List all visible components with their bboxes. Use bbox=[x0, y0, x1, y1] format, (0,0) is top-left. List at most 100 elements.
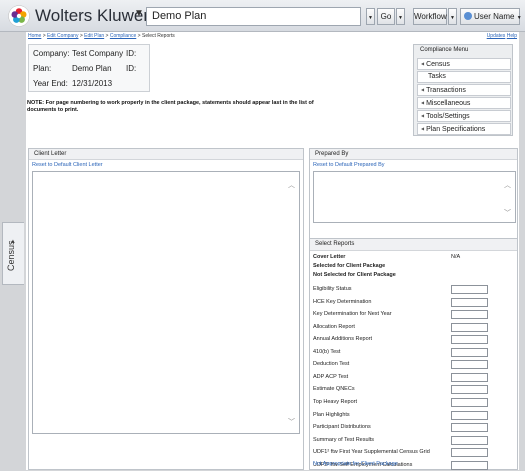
report-order-input[interactable] bbox=[451, 322, 488, 332]
expand-arrow-icon: ◀ bbox=[421, 113, 425, 118]
report-order-input[interactable] bbox=[451, 448, 488, 458]
not-appropriate-heading: Not Appropriate for Client Package bbox=[313, 461, 398, 467]
user-name: User Name bbox=[474, 12, 515, 21]
menu-item-label: Tasks bbox=[428, 73, 446, 80]
chevron-down-icon: ▼ bbox=[368, 15, 373, 21]
menu-item-tasks[interactable]: Tasks bbox=[417, 71, 511, 83]
report-order-input[interactable] bbox=[451, 297, 488, 307]
breadcrumb-current: Select Reports bbox=[141, 33, 175, 39]
expand-arrow-icon: ◀ bbox=[421, 100, 425, 105]
scroll-down-icon[interactable]: ﹀ bbox=[288, 417, 295, 427]
chevron-down-icon: ▼ bbox=[450, 15, 455, 21]
expand-arrow-icon: ◀ bbox=[421, 126, 425, 131]
chevron-down-icon: ▼ bbox=[516, 15, 522, 21]
report-row-label: Allocation Report bbox=[313, 323, 355, 330]
company-value: Test Company bbox=[72, 49, 124, 58]
plan-info-box: Company: Test Company ID: Plan: Demo Pla… bbox=[28, 44, 150, 92]
report-order-input[interactable] bbox=[451, 335, 488, 345]
menu-item-label: Miscellaneous bbox=[426, 100, 471, 107]
menu-item-label: Tools/Settings bbox=[426, 113, 470, 120]
user-menu-button[interactable]: User Name ▼ bbox=[460, 8, 522, 25]
plan-value: Demo Plan bbox=[72, 64, 112, 73]
report-order-input[interactable] bbox=[451, 310, 488, 320]
report-row-label: HCE Key Determination bbox=[313, 298, 372, 305]
plan-id-label: ID: bbox=[126, 64, 137, 73]
cover-letter-value: N/A bbox=[451, 254, 461, 260]
breadcrumb-compliance[interactable]: Compliance bbox=[110, 33, 136, 39]
scroll-up-icon[interactable]: ︿ bbox=[504, 180, 511, 190]
menu-item-label: Plan Specifications bbox=[426, 126, 486, 133]
main-content: Home > Edit Company > Edit Plan > Compli… bbox=[26, 32, 519, 470]
report-order-input[interactable] bbox=[451, 423, 488, 433]
report-row-label: Deduction Test bbox=[313, 361, 350, 368]
report-row-label: Summary of Test Results bbox=[313, 436, 375, 443]
go-dropdown-button[interactable]: ▼ bbox=[396, 8, 405, 25]
menu-item-label: Census bbox=[426, 61, 450, 68]
updates-link[interactable]: Updates bbox=[487, 33, 506, 39]
report-row-label: 410(b) Test bbox=[313, 348, 341, 355]
report-order-input[interactable] bbox=[451, 360, 488, 370]
page-numbering-note: NOTE: For page numbering to work properl… bbox=[27, 100, 314, 113]
year-end-label: Year End: bbox=[33, 79, 68, 88]
user-icon bbox=[464, 12, 472, 20]
prepared-by-textarea[interactable]: ︿ ﹀ bbox=[313, 171, 516, 223]
report-order-input[interactable] bbox=[451, 285, 488, 294]
breadcrumb: Home > Edit Company > Edit Plan > Compli… bbox=[28, 33, 175, 39]
expand-arrow-icon: ◀ bbox=[421, 87, 425, 92]
breadcrumb-edit-plan[interactable]: Edit Plan bbox=[84, 33, 104, 39]
report-row-label: Key Determination for Next Year bbox=[313, 311, 392, 318]
report-row-label: Estimate QNECs bbox=[313, 386, 355, 393]
year-end-value: 12/31/2013 bbox=[72, 79, 113, 88]
prepared-by-title: Prepared By bbox=[310, 149, 517, 160]
menu-item-transactions[interactable]: ◀ Transactions bbox=[417, 84, 511, 96]
census-side-tab[interactable]: ▲ Census bbox=[2, 222, 24, 285]
report-row-label: Eligibility Status bbox=[313, 286, 352, 292]
breadcrumb-edit-company[interactable]: Edit Company bbox=[47, 33, 78, 39]
year-end-row: Year End: 12/31/2013 bbox=[33, 77, 149, 91]
help-link[interactable]: Help bbox=[507, 33, 517, 39]
workflow-button[interactable]: Workflow bbox=[413, 8, 447, 25]
select-reports-title: Select Reports bbox=[310, 239, 517, 251]
compliance-menu-title: Compliance Menu bbox=[420, 47, 469, 53]
select-reports-panel: Select Reports Cover Letter N/A Selected… bbox=[309, 238, 518, 470]
not-selected-heading: Not Selected for Client Package bbox=[313, 272, 396, 278]
expand-arrow-icon: ◀ bbox=[421, 61, 425, 66]
plan-row: Plan: Demo Plan ID: bbox=[33, 62, 149, 76]
reset-prepared-by-link[interactable]: Reset to Default Prepared By bbox=[313, 162, 385, 168]
menu-item-label: Transactions bbox=[426, 87, 466, 94]
go-button[interactable]: Go bbox=[377, 8, 395, 25]
brand-name: Wolters Kluwer bbox=[35, 6, 149, 25]
top-links: Updates Help bbox=[487, 33, 517, 39]
report-row-label: Annual Additions Report bbox=[313, 336, 373, 343]
company-row: Company: Test Company ID: bbox=[33, 47, 149, 61]
brand-menu-caret-icon[interactable]: ▼ bbox=[134, 8, 144, 19]
report-order-input[interactable] bbox=[451, 397, 488, 407]
client-letter-title: Client Letter bbox=[29, 149, 303, 160]
report-row-label: Participant Distributions bbox=[313, 424, 371, 431]
plan-label: Plan: bbox=[33, 64, 52, 73]
report-row-label: UDF1² ftw First Year Supplemental Census… bbox=[313, 449, 430, 456]
plan-dropdown-button[interactable]: ▼ bbox=[366, 8, 375, 25]
breadcrumb-home[interactable]: Home bbox=[28, 33, 41, 39]
report-row-label: ADP ACP Test bbox=[313, 373, 349, 380]
menu-item-census[interactable]: ◀ Census bbox=[417, 58, 511, 70]
report-order-input[interactable] bbox=[451, 435, 488, 445]
wolters-kluwer-logo-icon bbox=[8, 5, 30, 27]
workflow-dropdown-button[interactable]: ▼ bbox=[448, 8, 457, 25]
report-order-input[interactable] bbox=[451, 460, 488, 470]
report-order-input[interactable] bbox=[451, 347, 488, 357]
menu-item-miscellaneous[interactable]: ◀ Miscellaneous bbox=[417, 97, 511, 109]
menu-item-plan-specifications[interactable]: ◀ Plan Specifications bbox=[417, 123, 511, 135]
reset-client-letter-link[interactable]: Reset to Default Client Letter bbox=[32, 162, 103, 168]
client-letter-textarea[interactable]: ︿ ﹀ bbox=[32, 171, 300, 434]
plan-search-input[interactable]: Demo Plan bbox=[146, 7, 361, 26]
company-label: Company: bbox=[33, 49, 70, 58]
compliance-menu: Compliance Menu ◀ Census Tasks ◀ Transacti… bbox=[413, 44, 513, 136]
report-order-input[interactable] bbox=[451, 410, 488, 420]
report-order-input[interactable] bbox=[451, 372, 488, 382]
report-order-input[interactable] bbox=[451, 385, 488, 395]
scroll-down-icon[interactable]: ﹀ bbox=[504, 208, 511, 218]
report-row-label: Top Heavy Report bbox=[313, 398, 358, 405]
scroll-up-icon[interactable]: ︿ bbox=[288, 180, 295, 190]
menu-item-tools-settings[interactable]: ◀ Tools/Settings bbox=[417, 110, 511, 122]
